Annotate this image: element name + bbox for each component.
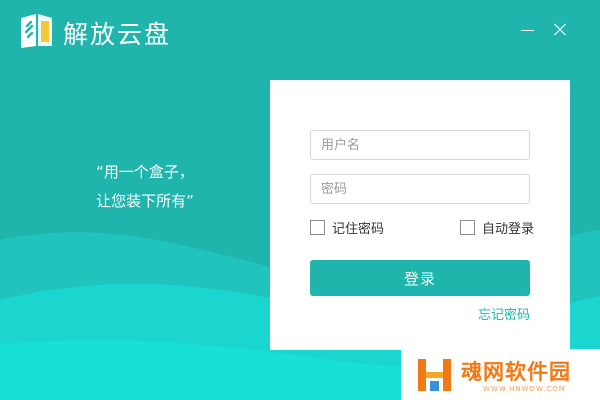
username-input[interactable] <box>310 130 530 160</box>
app-title: 解放云盘 <box>63 20 172 49</box>
slogan-line-1: “用一个盒子， <box>96 163 194 181</box>
auto-login-label: 自动登录 <box>482 221 535 237</box>
watermark-url: WWW.HNWDW.COM <box>483 385 566 393</box>
auto-login-option[interactable]: 自动登录 <box>460 218 535 237</box>
watermark: 魂网软件园 WWW.HNWDW.COM <box>401 349 600 400</box>
forgot-password-link[interactable]: 忘记密码 <box>478 304 530 323</box>
watermark-title: 魂网软件园 <box>461 360 571 384</box>
auto-login-checkbox[interactable] <box>460 219 475 235</box>
minimize-button[interactable] <box>516 20 538 40</box>
close-button[interactable] <box>549 20 571 40</box>
app-logo-icon <box>21 14 52 48</box>
login-button[interactable]: 登录 <box>310 260 530 296</box>
login-panel: 记住密码 自动登录 登录 忘记密码 <box>270 80 570 350</box>
watermark-logo-icon <box>418 359 451 391</box>
password-input[interactable] <box>310 174 530 204</box>
remember-password-option[interactable]: 记住密码 <box>310 218 385 237</box>
remember-password-checkbox[interactable] <box>310 219 325 235</box>
minimize-icon <box>521 30 534 31</box>
slogan-line-2: 让您装下所有” <box>96 192 194 210</box>
slogan: “用一个盒子， 让您装下所有” <box>60 158 230 216</box>
remember-password-label: 记住密码 <box>332 221 385 237</box>
